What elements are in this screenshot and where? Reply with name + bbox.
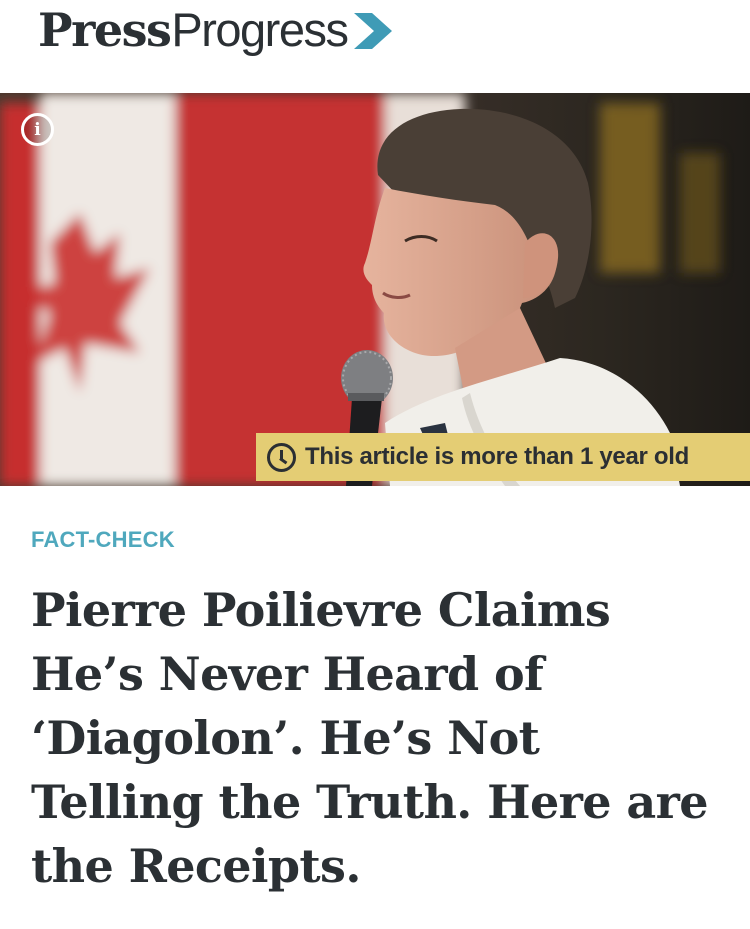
chevron-right-icon: [354, 13, 393, 49]
article-age-banner: This article is more than 1 year old: [256, 433, 750, 481]
logo-progress-text: Progress: [171, 3, 349, 56]
logo-press-text: Press: [38, 3, 172, 57]
site-logo[interactable]: Press Progress: [38, 0, 394, 60]
article-headline: Pierre Poilievre Claims He’s Never Heard…: [31, 583, 708, 893]
hero-image: i This article is more than 1 year old: [0, 93, 750, 486]
article-age-notice: This article is more than 1 year old: [305, 443, 690, 470]
info-icon[interactable]: i: [21, 113, 54, 146]
article-category[interactable]: FACT-CHECK: [31, 527, 175, 553]
clock-icon: [267, 442, 296, 472]
site-header: Press Progress: [0, 0, 750, 93]
hero-photo: [0, 93, 750, 486]
